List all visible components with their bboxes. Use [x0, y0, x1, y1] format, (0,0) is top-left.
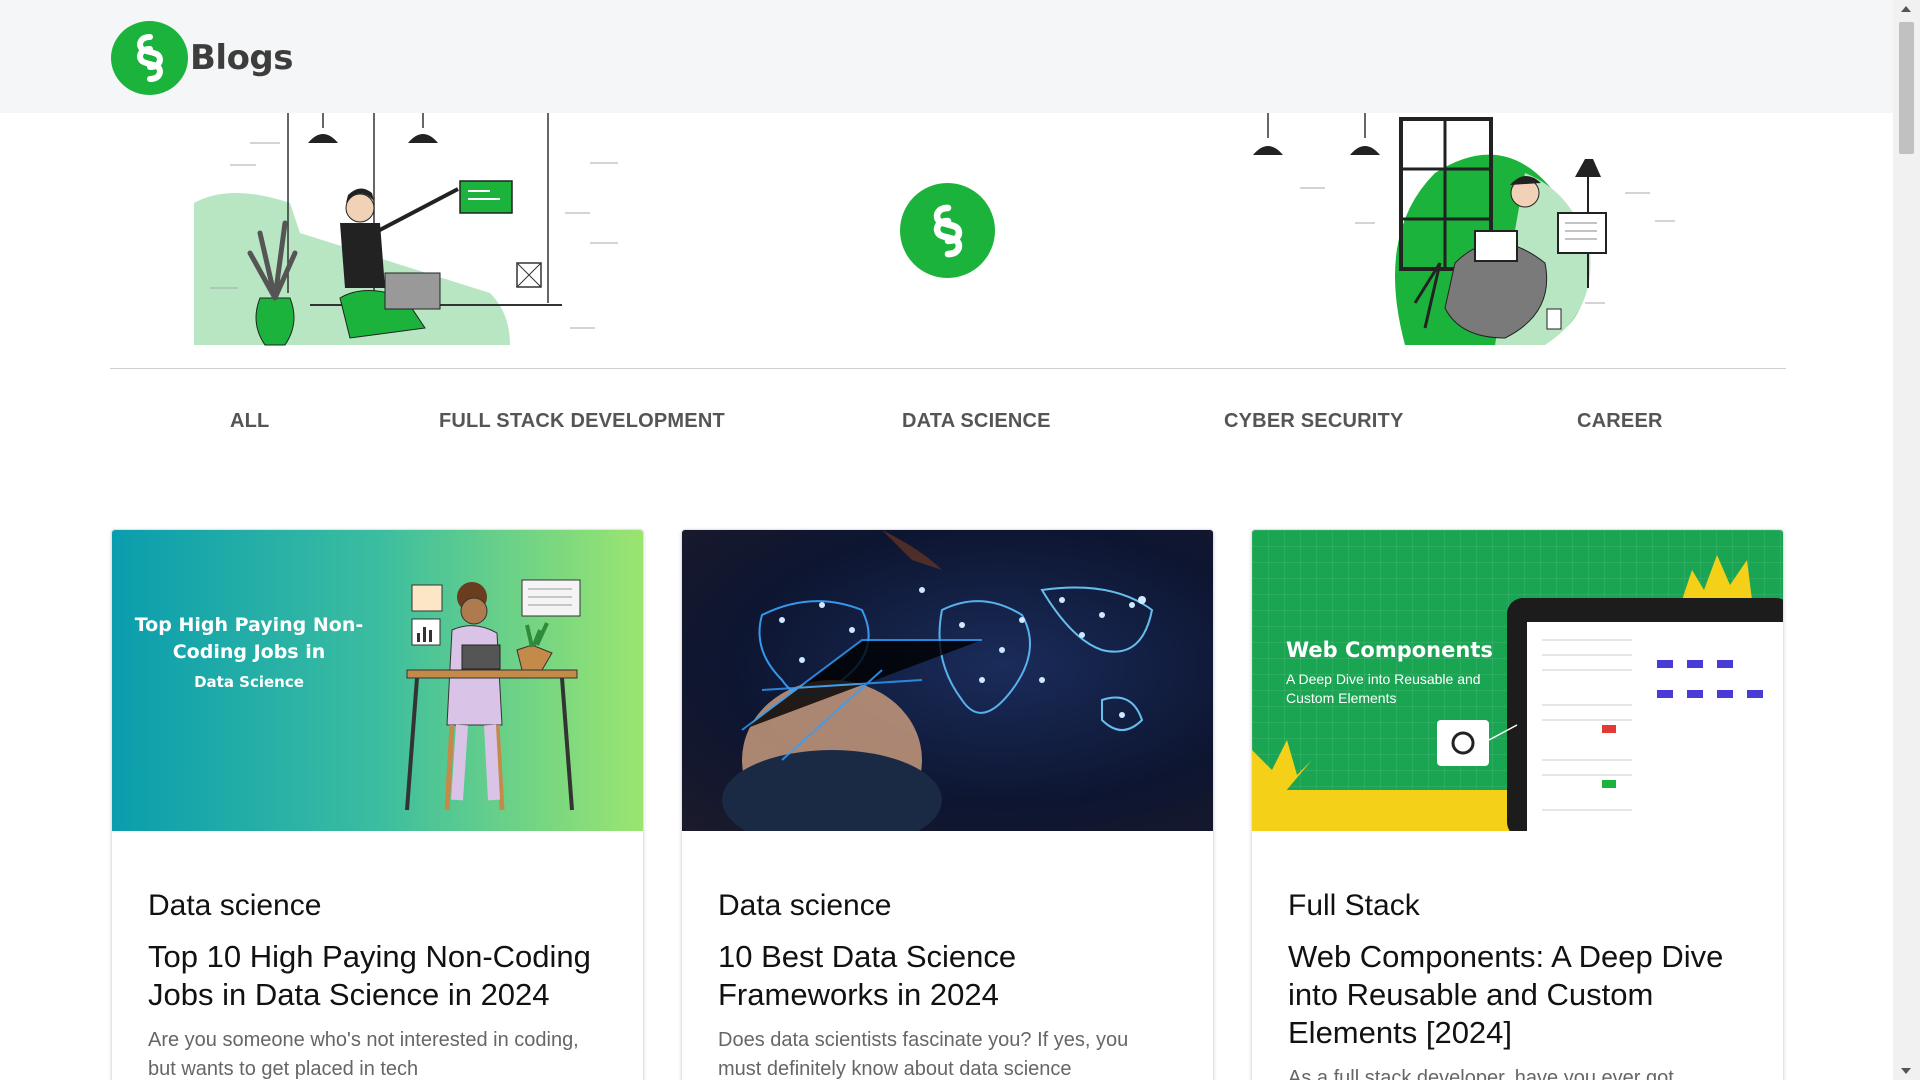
brand-logo[interactable]: Blogs	[111, 21, 294, 95]
woman-at-desk-illustration	[405, 579, 581, 811]
blog-card[interactable]: Data science 10 Best Data Science Framew…	[681, 529, 1214, 1080]
tab-full-stack-development[interactable]: FULL STACK DEVELOPMENT	[439, 410, 725, 433]
blog-card[interactable]: Top High Paying Non- Coding Jobs in Data…	[111, 529, 644, 1080]
thumbnail-subheadline: Custom Elements	[1286, 690, 1397, 706]
card-description: Are you someone who's not interested in …	[148, 1028, 579, 1080]
card-title[interactable]: 10 Best Data Science Frameworks in 2024	[718, 938, 1177, 1014]
center-logo-icon	[900, 183, 995, 278]
thumbnail-subheadline: Data Science	[194, 673, 304, 691]
page-scrollbar[interactable]	[1893, 0, 1920, 1080]
tab-career[interactable]: CAREER	[1577, 410, 1663, 433]
hero-divider	[110, 368, 1786, 369]
card-title[interactable]: Web Components: A Deep Dive into Reusabl…	[1288, 938, 1747, 1052]
brand-text: Blogs	[190, 38, 294, 78]
category-tabs: ALL FULL STACK DEVELOPMENT DATA SCIENCE …	[0, 410, 1893, 440]
card-description: As a full stack developer, have you ever…	[1288, 1066, 1674, 1080]
thumbnail-headline: Top High Paying Non-	[134, 614, 364, 636]
blog-card[interactable]: Web Components A Deep Dive into Reusable…	[1251, 529, 1784, 1080]
tab-all[interactable]: ALL	[230, 410, 269, 433]
card-thumbnail	[682, 530, 1213, 831]
tab-data-science[interactable]: DATA SCIENCE	[902, 410, 1051, 433]
scrollbar-thumb[interactable]	[1899, 22, 1914, 154]
reader-illustration	[1253, 113, 1675, 345]
world-map-network-image	[722, 530, 1154, 831]
scroll-down-arrow-icon[interactable]	[1901, 1068, 1911, 1074]
developer-illustration	[194, 113, 618, 346]
thumbnail-headline: Web Components	[1286, 638, 1493, 662]
site-header: Blogs	[0, 0, 1893, 113]
card-category: Data science	[718, 889, 892, 922]
card-category: Data science	[148, 889, 322, 922]
tab-cyber-security[interactable]: CYBER SECURITY	[1224, 410, 1404, 433]
card-title[interactable]: Top 10 High Paying Non-Coding Jobs in Da…	[148, 938, 607, 1014]
scroll-up-arrow-icon[interactable]	[1901, 6, 1911, 12]
card-thumbnail: Web Components A Deep Dive into Reusable…	[1252, 530, 1783, 831]
link-chain-logo-icon	[111, 21, 188, 95]
hero-banner	[0, 113, 1893, 363]
card-thumbnail: Top High Paying Non- Coding Jobs in Data…	[112, 530, 643, 831]
thumbnail-subheadline: A Deep Dive into Reusable and	[1286, 671, 1481, 687]
thumbnail-headline: Coding Jobs in	[172, 641, 326, 663]
card-category: Full Stack	[1288, 889, 1420, 922]
card-description: Does data scientists fascinate you? If y…	[718, 1028, 1129, 1080]
